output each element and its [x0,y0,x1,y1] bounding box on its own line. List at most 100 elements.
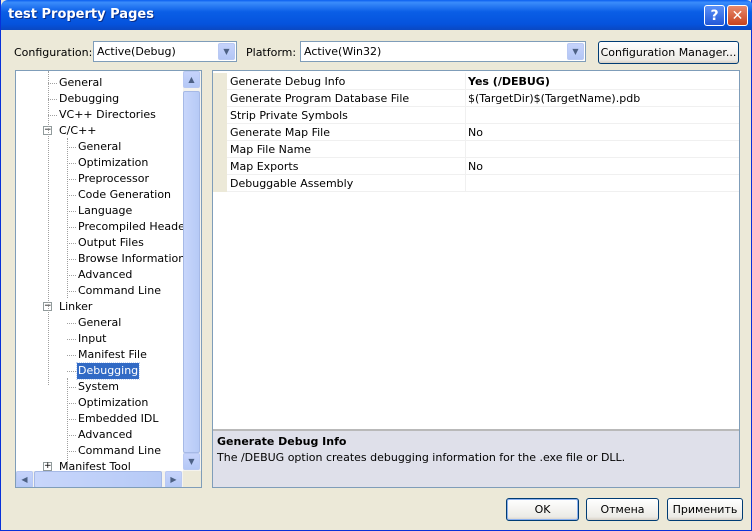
tree-connector [67,179,76,180]
tree-connector [67,323,76,324]
property-name: Map File Name [230,143,312,156]
tree-item[interactable]: Advanced [77,427,133,443]
tree-connector [67,291,76,292]
tree-item[interactable]: Advanced [77,267,133,283]
scroll-corner [183,471,201,487]
tree-item[interactable]: Optimization [77,395,149,411]
tree-item[interactable]: Output Files [77,235,145,251]
platform-combo[interactable]: Active(Win32) ▼ [300,41,586,62]
tree-item[interactable]: Preprocessor [77,171,150,187]
tree-item[interactable]: Linker [58,299,93,315]
description-text: The /DEBUG option creates debugging info… [217,451,626,464]
tree-connector [67,138,68,298]
tree-item[interactable]: Debugging [58,91,120,107]
tree-item[interactable]: Debugging [75,362,141,380]
scroll-right-button[interactable]: ▶ [165,471,182,487]
row-margin [213,107,227,124]
platform-label: Platform: [246,46,297,59]
configuration-combo[interactable]: Active(Debug) ▼ [93,41,237,62]
arrow-down-icon: ▼ [188,457,195,466]
column-divider [465,90,466,107]
tree-item[interactable]: Code Generation [77,187,172,203]
tree-item[interactable]: C/C++ [58,123,98,139]
tree-item[interactable]: VC++ Directories [58,107,157,123]
title-bar[interactable]: test Property Pages ? ✕ [1,0,752,30]
scroll-up-button[interactable]: ▲ [183,71,200,88]
tree-item[interactable]: Optimization [77,155,149,171]
chevron-down-icon[interactable]: ▼ [218,43,235,60]
tree-connector [67,355,76,356]
property-row[interactable]: Map File Name [213,141,739,158]
tree-connector [67,339,76,340]
row-margin [213,73,227,90]
help-button[interactable]: ? [704,5,725,26]
property-name: Map Exports [230,160,299,173]
property-row[interactable]: Generate Debug Info Yes (/DEBUG) [213,73,739,90]
tree-connector [67,259,76,260]
column-divider [465,73,466,90]
property-row[interactable]: Map Exports No [213,158,739,175]
tree-connector [67,243,76,244]
property-row[interactable]: Strip Private Symbols [213,107,739,124]
property-name: Debuggable Assembly [230,177,354,190]
tree-item[interactable]: System [77,379,120,395]
scroll-thumb-horizontal[interactable] [34,471,162,487]
column-divider [465,107,466,124]
tree-connector [67,371,76,372]
tree-connector [67,211,76,212]
tree-vertical-scrollbar[interactable]: ▲ ▼ [183,71,201,471]
property-value[interactable]: No [468,126,483,139]
tree-item[interactable]: Manifest File [77,347,148,363]
tree-item[interactable]: General [58,75,103,91]
apply-button[interactable]: Применить [667,498,743,521]
property-value[interactable]: No [468,160,483,173]
property-value[interactable]: Yes (/DEBUG) [468,75,550,88]
tree-connector [67,147,76,148]
property-name: Generate Debug Info [230,75,346,88]
property-pages-window: test Property Pages ? ✕ Configuration: A… [0,0,752,531]
tree-connector [67,387,76,388]
tree-item[interactable]: Language [77,203,133,219]
tree-item[interactable]: General [77,139,122,155]
platform-value: Active(Win32) [304,45,382,58]
column-divider [465,124,466,141]
tree-connector [48,71,49,385]
scroll-left-button[interactable]: ◀ [16,471,33,487]
tree-item[interactable]: General [77,315,122,331]
scroll-down-button[interactable]: ▼ [183,453,200,470]
property-grid: Generate Debug Info Yes (/DEBUG) Generate … [212,70,740,488]
tree-item[interactable]: Command Line [77,443,162,459]
tree-expander-icon[interactable]: + [43,462,52,471]
tree-horizontal-scrollbar[interactable]: ◀ ▶ [16,471,183,487]
tree-item[interactable]: Command Line [77,283,162,299]
tree-item[interactable]: Input [77,331,107,347]
configuration-label: Configuration: [14,46,93,59]
row-margin [213,141,227,158]
property-row[interactable]: Debuggable Assembly [213,175,739,192]
tree-connector [67,227,76,228]
tree-item[interactable]: Embedded IDL [77,411,159,427]
property-name: Generate Map File [230,126,330,139]
column-divider [465,158,466,175]
arrow-up-icon: ▲ [188,75,195,84]
window-title: test Property Pages [8,7,154,22]
tree-connector [67,163,76,164]
row-margin [213,124,227,141]
tree-connector [67,435,76,436]
configuration-manager-button[interactable]: Configuration Manager... [598,41,739,64]
column-divider [465,141,466,158]
help-icon: ? [710,7,719,24]
row-margin [213,158,227,175]
close-button[interactable]: ✕ [727,5,748,26]
scroll-thumb[interactable] [183,91,200,453]
tree-item[interactable]: Browse Information [77,251,186,267]
arrow-left-icon: ◀ [21,475,28,484]
property-value[interactable]: $(TargetDir)$(TargetName).pdb [468,92,640,105]
property-row[interactable]: Generate Map File No [213,124,739,141]
category-tree: General Debugging VC++ Directories − C/C++ Ge… [15,70,202,488]
tree-item[interactable]: Precompiled Headers [77,219,196,235]
ok-button[interactable]: OK [506,498,579,521]
cancel-button[interactable]: Отмена [586,498,659,521]
chevron-down-icon[interactable]: ▼ [567,43,584,60]
property-row[interactable]: Generate Program Database File $(TargetDi… [213,90,739,107]
